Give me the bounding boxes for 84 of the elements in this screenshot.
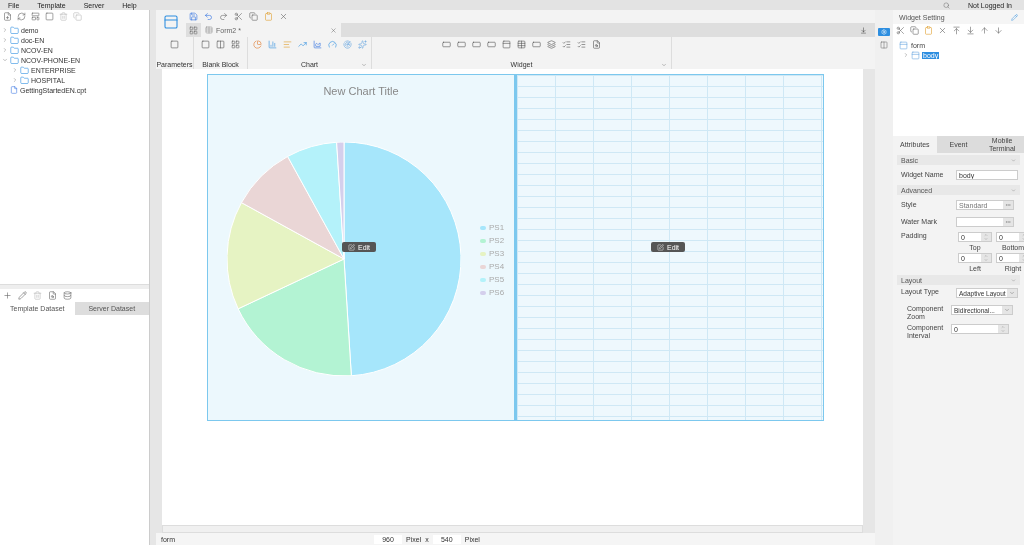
copy-icon[interactable] <box>249 12 258 21</box>
legend-label: PS6 <box>489 288 505 297</box>
line-chart-icon[interactable] <box>297 40 307 49</box>
folder-icon <box>10 35 19 45</box>
legend-label: PS2 <box>489 236 505 245</box>
parameter-icon[interactable] <box>170 40 179 49</box>
widget-list-icon[interactable] <box>189 25 198 35</box>
area-chart-icon[interactable] <box>312 40 322 49</box>
more-icon[interactable] <box>1003 201 1013 209</box>
preview-icon[interactable] <box>592 40 601 49</box>
add-icon[interactable] <box>3 291 12 300</box>
close-icon[interactable] <box>330 26 337 34</box>
picker-field[interactable] <box>956 217 1014 227</box>
table-widget-icon[interactable] <box>517 40 526 49</box>
undo-icon[interactable] <box>204 12 213 21</box>
file-icon <box>10 86 18 94</box>
redo-icon[interactable] <box>219 12 228 21</box>
close-icon[interactable] <box>279 12 288 21</box>
close-icon[interactable] <box>938 26 947 35</box>
edit-icon <box>348 243 355 251</box>
folder-icon <box>10 55 19 65</box>
preview-icon[interactable] <box>48 291 57 300</box>
dropdown-widget-icon[interactable] <box>487 40 496 49</box>
dropdown-arrow-icon[interactable] <box>1007 289 1017 297</box>
form-icon <box>899 40 908 50</box>
move-down-icon[interactable] <box>994 26 1003 35</box>
pie-chart-icon[interactable] <box>252 40 262 49</box>
folder-icon <box>20 75 29 85</box>
legend-label: PS5 <box>489 275 505 284</box>
gauge-chart-icon[interactable] <box>327 40 337 49</box>
button-widget-icon[interactable] <box>472 40 481 49</box>
horizontal-bar-chart-icon[interactable] <box>282 40 292 49</box>
form-icon <box>911 50 920 60</box>
scatter-chart-icon[interactable] <box>357 40 367 49</box>
edit-icon[interactable] <box>18 291 27 300</box>
paste-icon[interactable] <box>924 26 933 35</box>
split-block-icon[interactable] <box>216 40 225 49</box>
folder-icon <box>10 45 19 55</box>
date-widget-icon[interactable] <box>502 40 511 49</box>
more-icon[interactable] <box>1003 218 1013 226</box>
delete-icon[interactable] <box>33 291 42 300</box>
radar-chart-icon[interactable] <box>342 40 352 49</box>
spinner-arrows-icon[interactable] <box>981 233 991 241</box>
number-widget-icon[interactable] <box>457 40 466 49</box>
dropdown-arrow-icon[interactable] <box>1002 306 1012 314</box>
block-icon[interactable] <box>201 40 210 49</box>
spinner-arrows-icon[interactable] <box>998 325 1008 333</box>
copy-icon[interactable] <box>910 26 919 35</box>
save-icon[interactable] <box>189 12 198 21</box>
folder-icon <box>10 25 19 35</box>
checkbox-widget-icon[interactable] <box>577 40 586 49</box>
move-bottom-icon[interactable] <box>966 26 975 35</box>
legend-label: PS3 <box>489 249 505 258</box>
cut-icon[interactable] <box>896 26 905 35</box>
spinner-arrows-icon[interactable] <box>981 254 991 262</box>
paste-icon[interactable] <box>264 12 273 21</box>
cut-icon[interactable] <box>234 12 243 21</box>
legend-label: PS4 <box>489 262 505 271</box>
expand-icon[interactable] <box>661 61 667 68</box>
widget-setting-tab[interactable] <box>878 28 890 36</box>
form-icon[interactable] <box>163 14 179 30</box>
chart-title: New Chart Title <box>323 85 399 97</box>
dataset-icon[interactable] <box>63 291 72 300</box>
grid-block-icon[interactable] <box>231 40 240 49</box>
table-icon <box>205 26 213 34</box>
move-up-icon[interactable] <box>980 26 989 35</box>
template-icon[interactable] <box>31 12 40 21</box>
new-file-icon[interactable] <box>3 12 12 21</box>
move-top-icon[interactable] <box>952 26 961 35</box>
edit-icon <box>657 243 664 251</box>
delete-icon[interactable] <box>59 12 68 21</box>
refresh-icon[interactable] <box>17 12 26 21</box>
tree-widget-icon[interactable] <box>547 40 556 49</box>
search-icon[interactable] <box>943 1 950 9</box>
legend-label: PS1 <box>489 223 505 232</box>
radio-widget-icon[interactable] <box>562 40 571 49</box>
scrollbar[interactable] <box>162 525 863 533</box>
expand-icon[interactable] <box>361 61 367 68</box>
folder-icon <box>20 65 29 75</box>
copy-icon[interactable] <box>73 12 82 21</box>
label-widget-icon[interactable] <box>532 40 541 49</box>
bar-chart-icon[interactable] <box>267 40 277 49</box>
text-widget-icon[interactable] <box>442 40 451 49</box>
layout-icon[interactable] <box>880 41 888 49</box>
